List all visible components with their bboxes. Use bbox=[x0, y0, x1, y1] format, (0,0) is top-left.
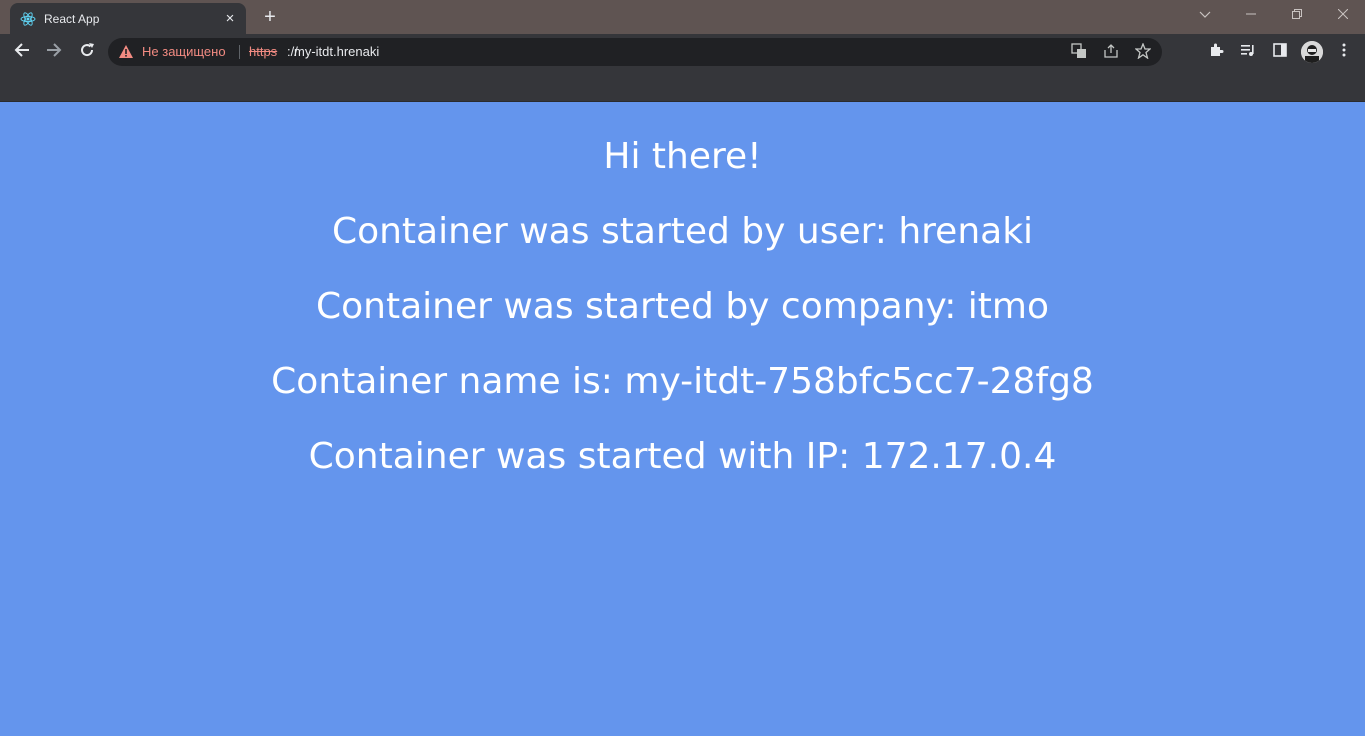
browser-toolbar: Не защищено https :// my-itdt.hrenaki bbox=[0, 34, 1365, 70]
page-content: Hi there! Container was started by user:… bbox=[0, 102, 1365, 736]
greeting-text: Hi there! bbox=[603, 136, 762, 177]
container-ip-text: Container was started with IP: 172.17.0.… bbox=[308, 436, 1057, 477]
translate-icon[interactable] bbox=[1070, 43, 1088, 61]
url-scheme: https bbox=[249, 44, 278, 59]
tab-strip: React App × + bbox=[0, 0, 1365, 34]
reload-icon[interactable] bbox=[75, 40, 99, 64]
tab-search-icon[interactable] bbox=[1190, 5, 1220, 25]
close-window-icon[interactable] bbox=[1328, 5, 1358, 25]
extensions-icon[interactable] bbox=[1206, 42, 1226, 62]
url-host: my-itdt.hrenaki bbox=[294, 44, 380, 59]
back-icon[interactable] bbox=[10, 40, 34, 64]
profile-avatar[interactable] bbox=[1301, 41, 1323, 63]
minimize-icon[interactable] bbox=[1236, 5, 1266, 25]
omnibox-divider bbox=[239, 45, 240, 59]
new-tab-button[interactable]: + bbox=[258, 6, 282, 30]
tab-close-icon[interactable]: × bbox=[222, 10, 238, 27]
tab-react-app[interactable]: React App × bbox=[10, 3, 246, 34]
warning-icon[interactable] bbox=[118, 44, 134, 60]
user-info-text: Container was started by user: hrenaki bbox=[331, 211, 1034, 252]
not-secure-label[interactable]: Не защищено bbox=[142, 38, 226, 66]
forward-icon[interactable] bbox=[42, 40, 66, 64]
company-info-text: Container was started by company: itmo bbox=[315, 286, 1050, 327]
container-name-text: Container name is: my-itdt-758bfc5cc7-28… bbox=[271, 361, 1094, 402]
bookmarks-bar bbox=[0, 70, 1365, 102]
side-panel-icon[interactable] bbox=[1270, 42, 1290, 62]
react-logo-icon bbox=[20, 11, 36, 27]
bookmark-star-icon[interactable] bbox=[1134, 42, 1152, 61]
media-queue-icon[interactable] bbox=[1238, 42, 1258, 62]
restore-icon[interactable] bbox=[1282, 5, 1312, 25]
share-icon[interactable] bbox=[1102, 43, 1120, 61]
tab-title: React App bbox=[44, 11, 100, 26]
menu-kebab-icon[interactable] bbox=[1334, 42, 1354, 62]
address-bar[interactable]: Не защищено https :// my-itdt.hrenaki bbox=[108, 38, 1162, 66]
